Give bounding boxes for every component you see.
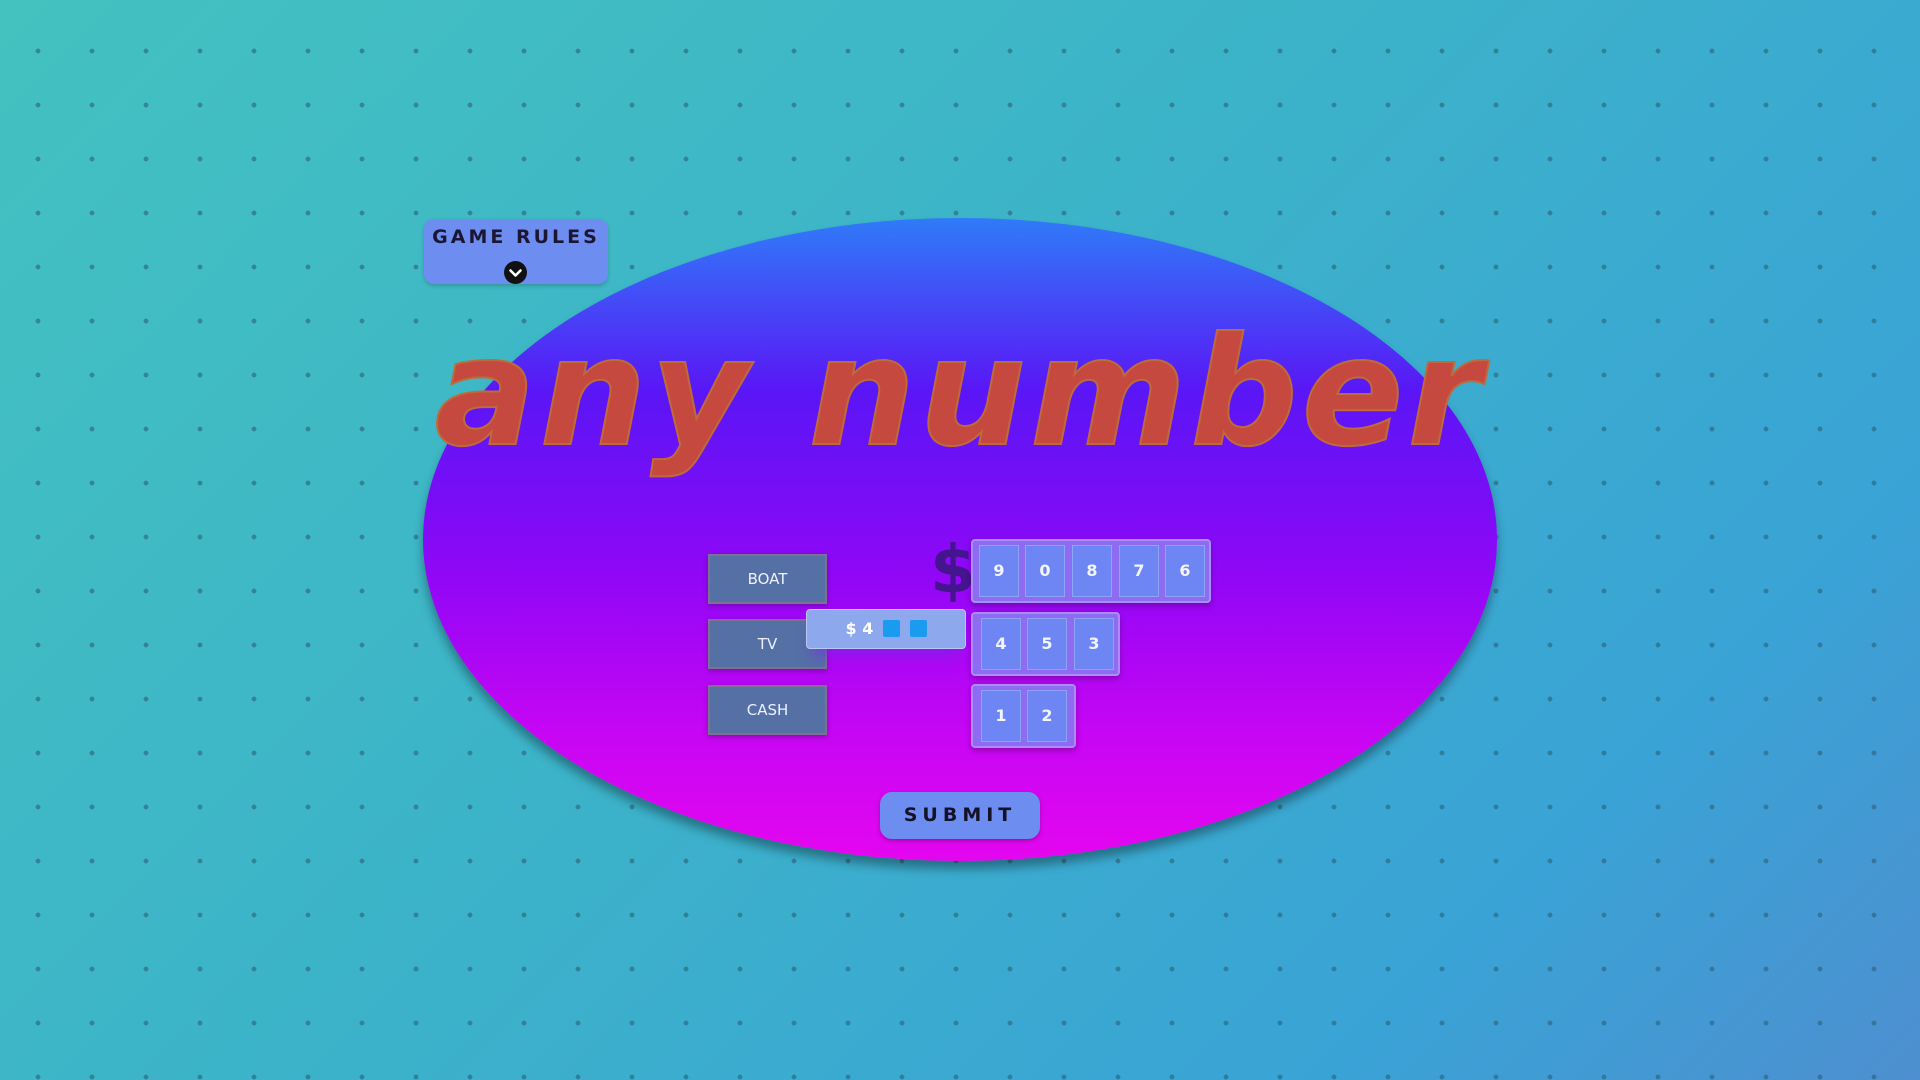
guess-prefix: $	[845, 619, 857, 638]
digit-tile[interactable]: 1	[981, 690, 1021, 742]
digit-tile[interactable]: 4	[981, 618, 1021, 670]
empty-slot[interactable]	[882, 620, 900, 637]
digit-tile[interactable]: 0	[1025, 545, 1065, 597]
digit-tile[interactable]: 5	[1027, 618, 1067, 670]
prize-boat-button[interactable]: BOAT	[708, 554, 827, 604]
digit-tray-row-2: 4 5 3	[971, 612, 1120, 676]
digit-tile[interactable]: 2	[1027, 690, 1067, 742]
digit-tile[interactable]: 3	[1074, 618, 1114, 670]
game-rules-toggle[interactable]: GAME RULES	[424, 219, 608, 284]
digit-tile[interactable]: 7	[1119, 545, 1159, 597]
game-title: any number	[434, 306, 1486, 480]
digit-tray-row-3: 1 2	[971, 684, 1076, 748]
guess-digit-1: 4	[862, 619, 874, 638]
chevron-down-icon[interactable]	[504, 261, 527, 284]
digit-tile[interactable]: 9	[979, 545, 1019, 597]
submit-button[interactable]: SUBMIT	[880, 792, 1040, 839]
digit-tile[interactable]: 8	[1072, 545, 1112, 597]
empty-slot[interactable]	[909, 620, 927, 637]
prize-cash-button[interactable]: CASH	[708, 685, 827, 735]
guess-display: $ 4	[806, 609, 966, 649]
digit-tile[interactable]: 6	[1165, 545, 1205, 597]
digit-tray-row-1: 9 0 8 7 6	[971, 539, 1211, 603]
dollar-sign: $	[930, 531, 976, 608]
game-rules-title: GAME RULES	[432, 226, 600, 248]
